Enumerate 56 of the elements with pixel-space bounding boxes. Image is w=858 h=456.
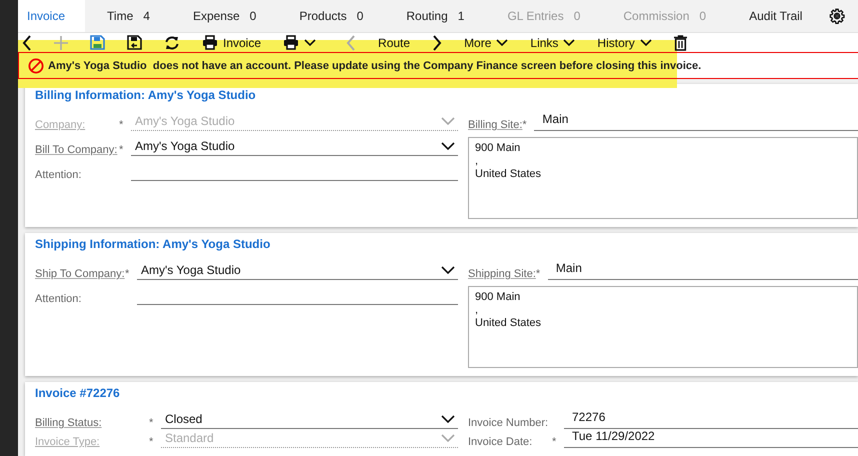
field-label: Invoice Number: <box>468 417 550 429</box>
tab[interactable]: Products 0 <box>277 0 384 32</box>
section-title: Invoice #72276 <box>35 386 121 400</box>
chevron-left-icon[interactable] <box>22 34 32 50</box>
dropdown-field[interactable]: Closed <box>161 412 458 429</box>
tab[interactable]: Expense 0 <box>170 0 278 32</box>
save-icon[interactable] <box>127 35 142 50</box>
field-label: Ship To Company: <box>35 268 125 280</box>
input-field[interactable]: Tue 11/29/2022 <box>564 429 858 448</box>
input-field[interactable]: 72276 <box>564 410 858 429</box>
required-asterisk: * <box>149 417 154 429</box>
field-label: Attention: <box>35 169 82 181</box>
field-label: Attention: <box>35 293 82 305</box>
section-title: Shipping Information: Amy's Yoga Studio <box>35 237 272 251</box>
field-label: Shipping Site: <box>468 268 536 280</box>
required-asterisk: * <box>119 119 124 131</box>
chevron-down-icon <box>640 39 652 46</box>
required-asterisk: * <box>552 436 558 448</box>
refresh-icon[interactable] <box>164 36 180 50</box>
required-asterisk: * <box>119 144 124 156</box>
required-asterisk: * <box>536 268 542 280</box>
chevron-down-icon[interactable] <box>441 266 455 274</box>
print-button[interactable] <box>283 35 316 50</box>
tab[interactable]: Invoice <box>18 0 86 32</box>
input-field[interactable]: Main <box>548 261 858 280</box>
route-button[interactable]: Route <box>378 36 410 50</box>
field-label: Billing Status: <box>35 417 103 429</box>
chevron-down-icon[interactable] <box>441 142 455 150</box>
menu-button[interactable]: History <box>597 36 652 50</box>
menu-button[interactable]: Links <box>530 36 576 50</box>
field-label: Invoice Date: <box>468 436 534 448</box>
chevron-down-icon <box>304 39 316 46</box>
address-box[interactable]: 900 Main , United States <box>468 286 858 368</box>
settings-icon[interactable] <box>829 8 846 24</box>
field-label: Invoice Type: <box>35 436 101 448</box>
menu-button[interactable]: More <box>464 36 508 50</box>
required-asterisk: * <box>149 436 154 448</box>
prohibited-icon <box>28 58 44 74</box>
tab[interactable]: Time 4 <box>85 0 171 32</box>
trash-icon[interactable] <box>674 34 687 50</box>
required-asterisk: * <box>125 268 130 280</box>
field-label: Company: <box>35 119 86 131</box>
field-label: Billing Site: <box>468 119 522 131</box>
chevron-down-icon[interactable] <box>441 415 455 423</box>
tab[interactable]: Audit Trail <box>727 0 824 32</box>
required-asterisk: * <box>522 119 528 131</box>
field-label: Bill To Company: <box>35 144 118 156</box>
chevron-down-icon <box>496 39 508 46</box>
tab[interactable]: Routing 1 <box>384 0 486 32</box>
input-field[interactable]: Main <box>534 112 858 131</box>
chevron-right-icon[interactable] <box>432 34 442 50</box>
section-title: Billing Information: Amy's Yoga Studio <box>35 88 257 102</box>
dropdown-field[interactable]: Amy's Yoga Studio <box>131 139 458 156</box>
address-box[interactable]: 900 Main , United States <box>468 137 858 219</box>
chevron-down-icon <box>563 39 576 46</box>
dropdown-field[interactable]: Amy's Yoga Studio <box>137 263 458 280</box>
